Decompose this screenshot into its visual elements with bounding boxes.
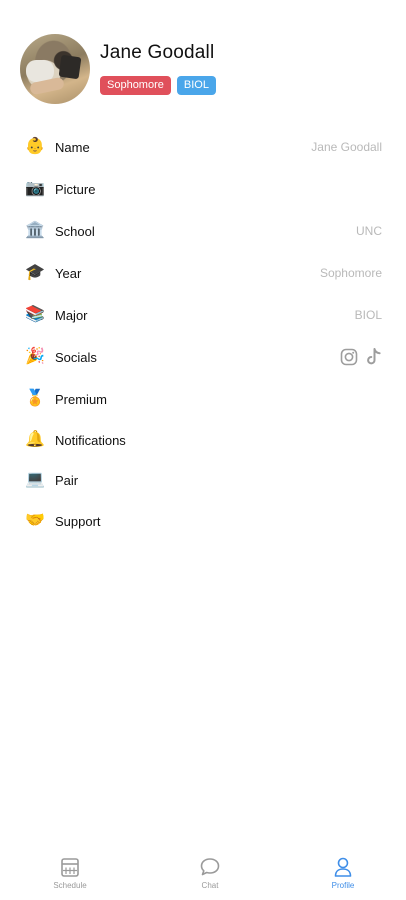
year-badge: Sophomore <box>100 76 171 95</box>
row-year[interactable]: 🎓 Year Sophomore <box>24 252 382 294</box>
bottom-tab-bar: Schedule Chat Profile <box>0 846 406 900</box>
row-value: UNC <box>356 224 382 238</box>
row-label: School <box>55 223 95 239</box>
row-picture[interactable]: 📷 Picture <box>24 168 382 210</box>
row-label: Pair <box>55 472 79 488</box>
baby-face-icon: 👶 <box>25 138 45 155</box>
row-support[interactable]: 🤝 Support <box>24 500 382 542</box>
laptop-icon: 💻 <box>25 471 45 488</box>
row-label: Picture <box>55 181 96 197</box>
handshake-icon: 🤝 <box>25 512 45 529</box>
medal-icon: 🏅 <box>25 390 45 407</box>
tab-profile[interactable]: Profile <box>303 856 383 890</box>
tab-label: Chat <box>201 881 219 890</box>
row-label: Support <box>55 513 101 529</box>
graduation-cap-icon: 🎓 <box>25 264 45 281</box>
avatar[interactable] <box>20 34 90 104</box>
major-badge: BIOL <box>176 76 216 95</box>
camera-icon: 📷 <box>25 180 45 197</box>
row-value: Jane Goodall <box>311 140 382 154</box>
row-notifications[interactable]: 🔔 Notifications <box>24 420 382 460</box>
profile-header: Jane Goodall Sophomore BIOL <box>20 34 390 104</box>
classical-building-icon: 🏛️ <box>25 222 45 239</box>
row-value: BIOL <box>354 308 382 322</box>
social-icons <box>340 348 382 366</box>
row-school[interactable]: 🏛️ School UNC <box>24 210 382 252</box>
row-major[interactable]: 📚 Major BIOL <box>24 294 382 336</box>
row-socials[interactable]: 🎉 Socials <box>24 336 382 378</box>
calendar-icon <box>61 858 79 877</box>
party-popper-icon: 🎉 <box>25 348 45 365</box>
row-label: Socials <box>55 349 97 365</box>
profile-name: Jane Goodall <box>100 42 215 63</box>
row-label: Name <box>55 139 90 155</box>
tab-label: Profile <box>331 881 355 890</box>
tab-chat[interactable]: Chat <box>170 856 250 890</box>
chat-bubble-icon <box>200 858 220 876</box>
row-name[interactable]: 👶 Name Jane Goodall <box>24 126 382 168</box>
row-label: Year <box>55 265 82 281</box>
row-label: Major <box>55 307 88 323</box>
books-icon: 📚 <box>25 306 45 323</box>
row-premium[interactable]: 🏅 Premium <box>24 378 382 420</box>
row-value: Sophomore <box>319 266 382 280</box>
bell-icon: 🔔 <box>25 431 45 448</box>
profile-settings-list: 👶 Name Jane Goodall 📷 Picture 🏛️ School … <box>24 126 382 542</box>
tiktok-icon[interactable] <box>366 348 382 366</box>
row-label: Premium <box>55 391 108 407</box>
tab-schedule[interactable]: Schedule <box>30 856 110 890</box>
row-label: Notifications <box>55 432 126 448</box>
instagram-icon[interactable] <box>340 348 358 366</box>
profile-badges: Sophomore BIOL <box>100 76 216 95</box>
row-pair[interactable]: 💻 Pair <box>24 460 382 500</box>
person-icon <box>334 857 352 877</box>
tab-label: Schedule <box>53 881 87 890</box>
